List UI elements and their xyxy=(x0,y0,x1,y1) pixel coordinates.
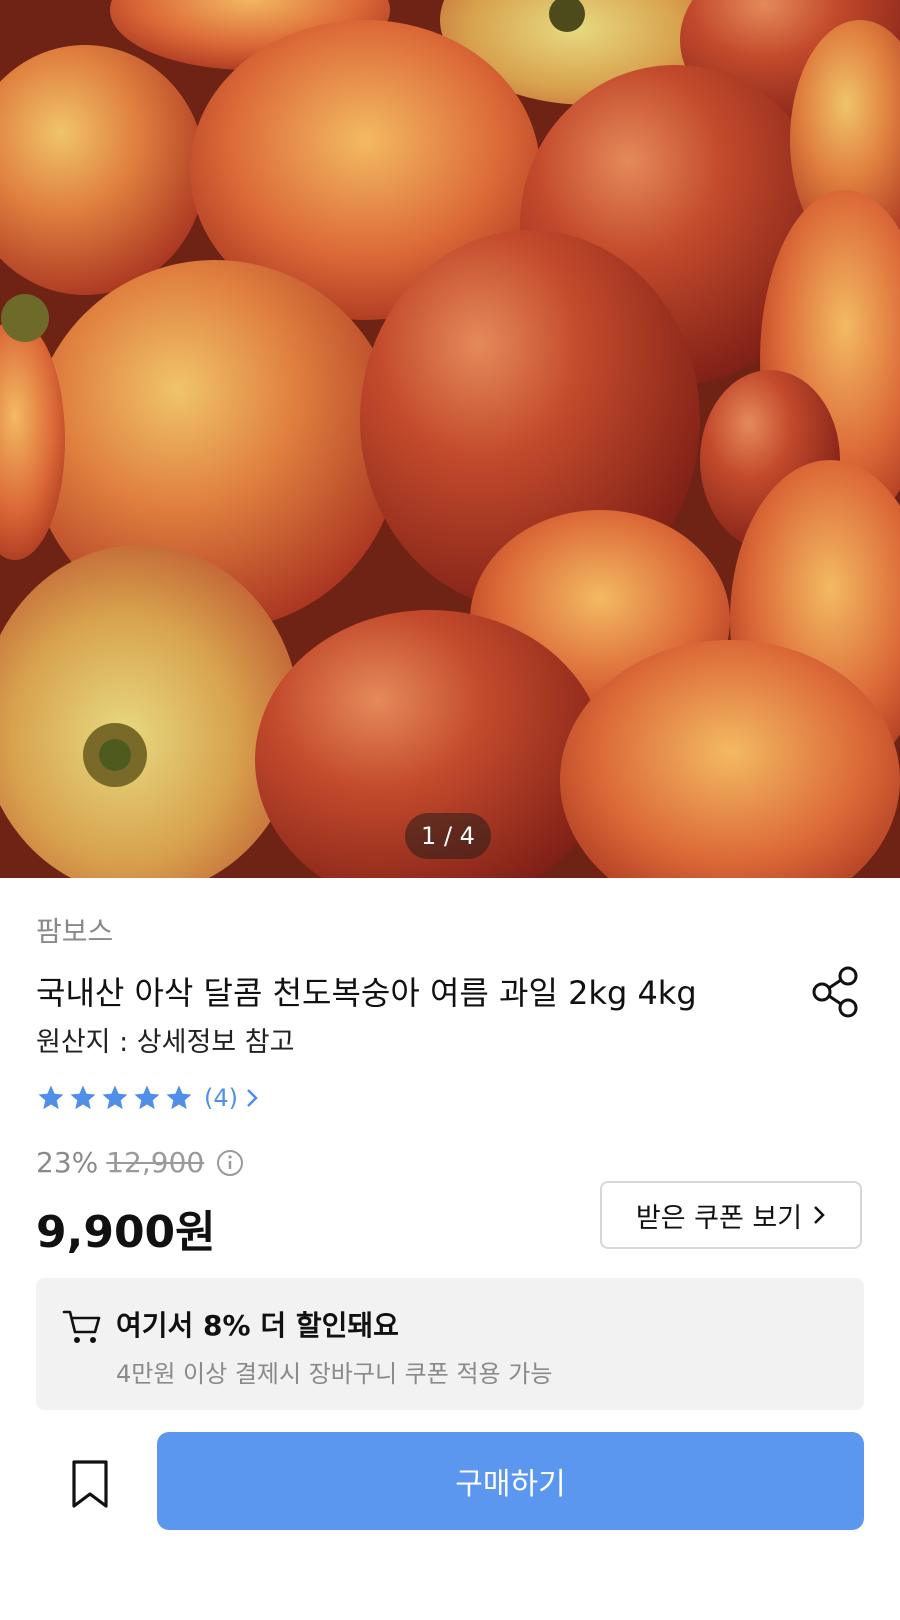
rating-summary[interactable]: (4) xyxy=(36,1080,262,1116)
sale-price: 9,900원 xyxy=(36,1207,216,1258)
review-count[interactable]: (4) xyxy=(204,1084,238,1112)
buy-button-label: 구매하기 xyxy=(455,1467,566,1502)
cart-icon xyxy=(62,1310,101,1343)
product-image-carousel[interactable]: 1 / 4 xyxy=(0,0,900,878)
star-icon xyxy=(38,1085,64,1110)
view-coupons-label: 받은 쿠폰 보기 xyxy=(635,1202,803,1234)
image-pager-indicator: 1 / 4 xyxy=(405,813,491,859)
seller-name[interactable]: 팜보스 xyxy=(36,910,113,950)
buy-button[interactable]: 구매하기 xyxy=(157,1432,864,1530)
cart-coupon-promo: 여기서 8% 더 할인돼요 4만원 이상 결제시 장바구니 쿠폰 적용 가능 xyxy=(36,1278,864,1410)
info-icon[interactable] xyxy=(216,1149,244,1177)
product-title: 국내산 아삭 달콤 천도복숭아 여름 과일 2kg 4kg xyxy=(36,974,697,1012)
discount-percent: 23% xyxy=(36,1146,99,1179)
chevron-right-icon xyxy=(247,1089,258,1107)
star-icon xyxy=(134,1085,160,1110)
product-image xyxy=(0,0,900,878)
chevron-right-icon xyxy=(814,1206,825,1224)
share-icon[interactable] xyxy=(808,964,864,1020)
discount-row: 23% 12,900 xyxy=(36,1146,244,1179)
star-icon xyxy=(70,1085,96,1110)
original-price: 12,900 xyxy=(106,1146,205,1179)
view-coupons-button[interactable]: 받은 쿠폰 보기 xyxy=(600,1181,862,1249)
promo-headline: 여기서 8% 더 할인돼요 xyxy=(116,1309,399,1342)
promo-subtext: 4만원 이상 결제시 장바구니 쿠폰 적용 가능 xyxy=(116,1360,553,1388)
origin-info: 원산지 : 상세정보 참고 xyxy=(36,1027,295,1058)
star-icon xyxy=(102,1085,128,1110)
bookmark-icon[interactable] xyxy=(66,1458,114,1510)
star-icon xyxy=(166,1085,192,1110)
